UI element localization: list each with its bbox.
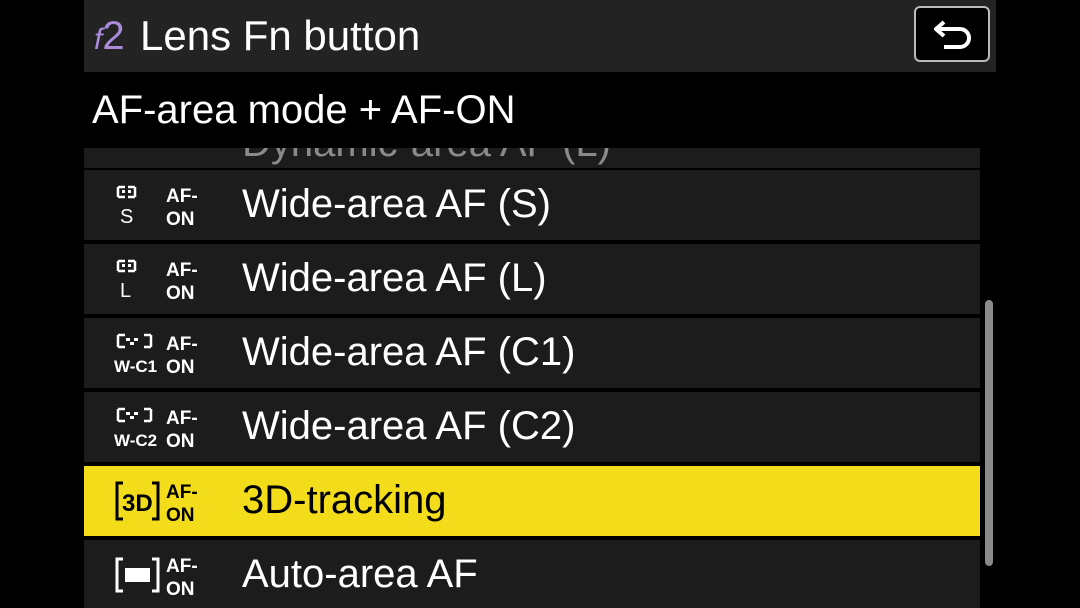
list-item-label: Wide-area AF (S) [242, 182, 551, 226]
list-item-wide-area-c2[interactable]: W-C2 AF- ON Wide-area AF (C2) [84, 392, 980, 462]
option-list[interactable]: Dynamic-area AF (L) S AF- ON Wide-area A… [84, 148, 980, 608]
list-item-partial[interactable]: Dynamic-area AF (L) [84, 148, 980, 168]
list-item-label: 3D-tracking [242, 478, 447, 522]
svg-text:AF-: AF- [166, 260, 198, 281]
list-item-wide-area-c1[interactable]: W-C1 AF- ON Wide-area AF (C1) [84, 318, 980, 388]
3d-tracking-af-on-icon: 3D AF- ON [115, 481, 198, 525]
svg-text:ON: ON [166, 579, 195, 599]
menu-section-id: f2 [94, 12, 125, 64]
svg-text:AF-: AF- [166, 408, 198, 429]
list-item-wide-area-l[interactable]: L AF- ON Wide-area AF (L) [84, 244, 980, 314]
svg-text:S: S [120, 206, 133, 228]
list-item-label: Auto-area AF [242, 552, 478, 596]
auto-area-af-on-icon: AF- ON [115, 556, 198, 599]
list-item-wide-area-s[interactable]: S AF- ON Wide-area AF (S) [84, 170, 980, 240]
list-item-label: Dynamic-area AF (L) [242, 148, 611, 168]
svg-text:ON: ON [166, 209, 195, 229]
svg-text:W-C1: W-C1 [114, 357, 157, 376]
svg-text:AF-: AF- [166, 334, 198, 355]
wide-area-s-af-on-icon: S AF- ON [116, 185, 198, 229]
svg-text:ON: ON [166, 431, 195, 451]
list-item-label: Wide-area AF (L) [242, 256, 547, 300]
scrollbar[interactable] [985, 300, 993, 566]
svg-text:W-C2: W-C2 [114, 431, 157, 450]
svg-text:3D: 3D [122, 490, 153, 517]
svg-text:L: L [120, 280, 131, 302]
wide-area-c2-af-on-icon: W-C2 AF- ON [114, 407, 198, 451]
page-title: Lens Fn button [140, 12, 421, 59]
wide-area-l-af-on-icon: L AF- ON [116, 259, 198, 303]
back-button[interactable] [914, 6, 990, 62]
list-item-label: Wide-area AF (C2) [242, 404, 576, 448]
wide-area-c1-af-on-icon: W-C1 AF- ON [114, 333, 198, 377]
svg-text:ON: ON [166, 357, 195, 377]
list-item-3d-tracking[interactable]: 3D AF- ON 3D-tracking [84, 466, 980, 536]
svg-text:AF-: AF- [166, 556, 198, 577]
menu-section-number: 2 [102, 14, 125, 58]
list-item-auto-area[interactable]: AF- ON Auto-area AF [84, 540, 980, 608]
list-item-label: Wide-area AF (C1) [242, 330, 576, 374]
return-arrow-icon [934, 20, 971, 49]
camera-menu-screen: f2 Lens Fn button AF-area mode + AF-ON D… [84, 0, 996, 608]
svg-text:AF-: AF- [166, 186, 198, 207]
svg-text:ON: ON [166, 283, 195, 303]
svg-text:ON: ON [166, 505, 195, 525]
svg-text:AF-: AF- [166, 482, 198, 503]
menu-subtitle: AF-area mode + AF-ON [84, 72, 996, 148]
subtitle-text: AF-area mode + AF-ON [92, 88, 516, 132]
menu-title-bar: f2 Lens Fn button [84, 0, 996, 72]
